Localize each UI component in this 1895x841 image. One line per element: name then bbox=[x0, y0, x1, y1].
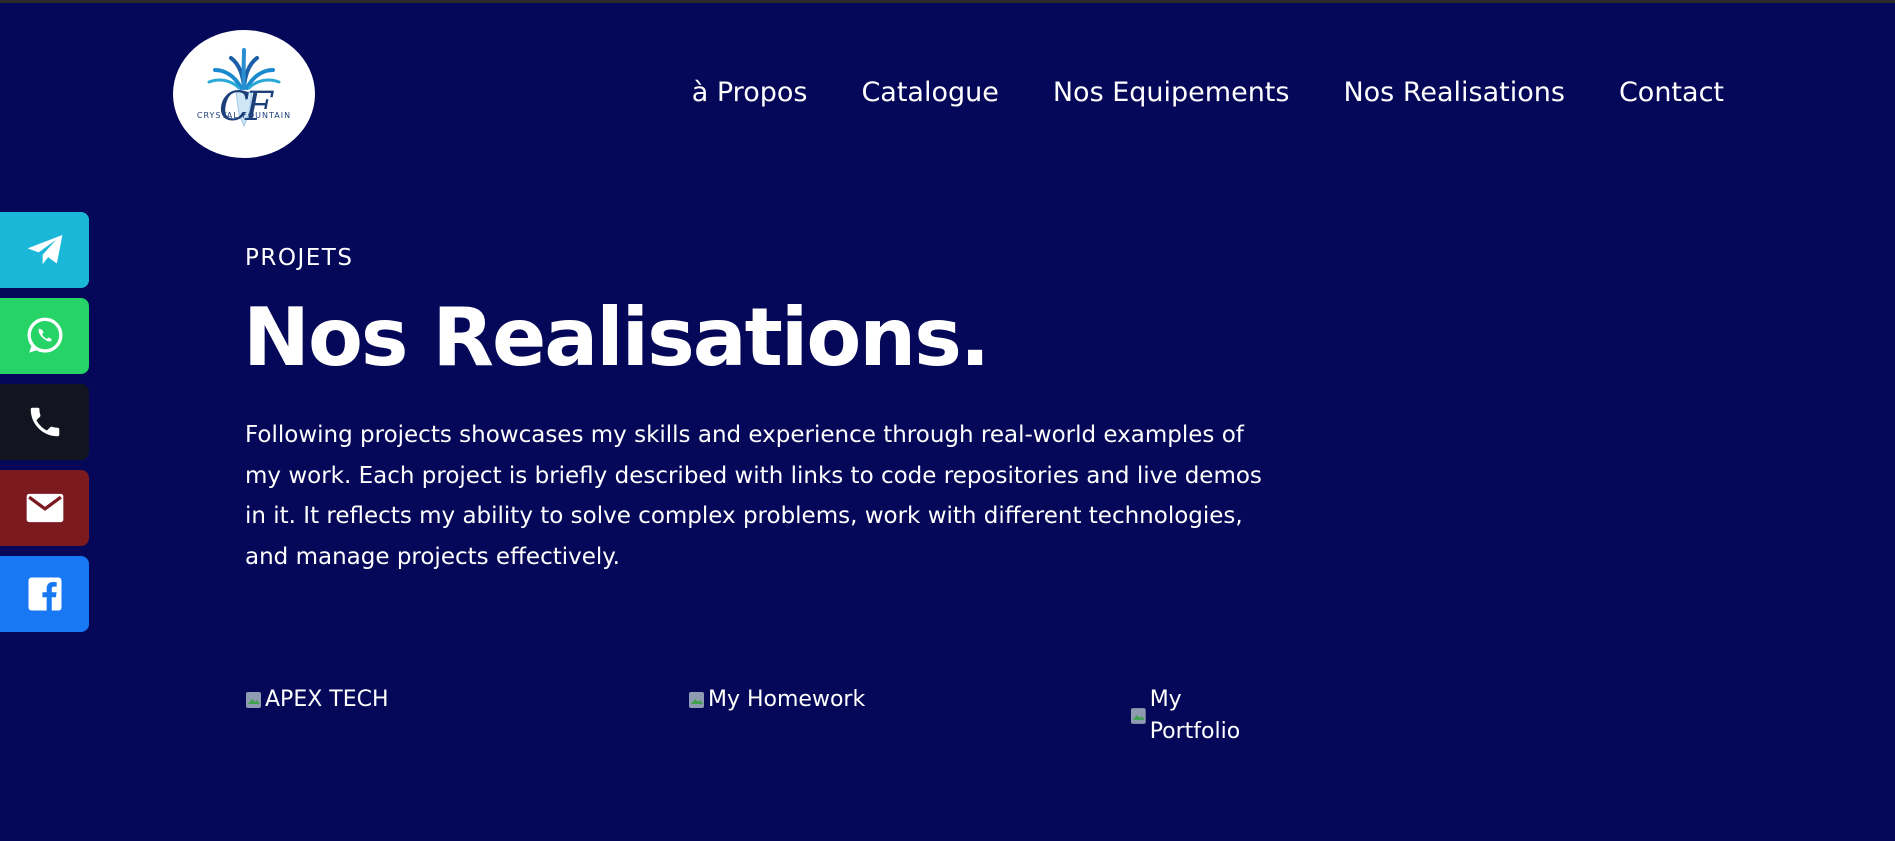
phone-button[interactable] bbox=[0, 384, 89, 460]
project-card-apex-tech[interactable]: APEX TECH bbox=[245, 684, 389, 716]
svg-text:CRYSTAL FOUNTAIN: CRYSTAL FOUNTAIN bbox=[197, 111, 291, 120]
nav-item-contact[interactable]: Contact bbox=[1619, 72, 1724, 114]
project-alt-text: My Portfolio bbox=[1149, 687, 1241, 744]
phone-icon bbox=[30, 407, 59, 437]
telegram-icon bbox=[27, 234, 62, 265]
project-alt-text: My Homework bbox=[708, 687, 866, 712]
logo[interactable]: C F CRYSTAL FOUNTAIN bbox=[173, 30, 315, 158]
facebook-icon bbox=[28, 577, 61, 611]
page-title: Nos Realisations. bbox=[243, 291, 990, 384]
telegram-button[interactable] bbox=[0, 212, 89, 288]
svg-text:F: F bbox=[244, 84, 274, 130]
nav-item-catalogue[interactable]: Catalogue bbox=[861, 72, 998, 114]
mail-button[interactable] bbox=[0, 470, 89, 546]
crystal-fountain-logo-icon: C F CRYSTAL FOUNTAIN bbox=[197, 48, 291, 130]
top-border bbox=[0, 0, 1895, 3]
broken-image-icon bbox=[1130, 708, 1146, 724]
section-eyebrow: PROJETS bbox=[245, 245, 354, 271]
broken-image-icon bbox=[246, 692, 261, 708]
projects-grid: APEX TECH My Homework My Portfolio bbox=[245, 684, 1277, 744]
project-card-my-portfolio[interactable]: My Portfolio bbox=[1130, 684, 1277, 748]
main-nav: à Propos Catalogue Nos Equipements Nos R… bbox=[692, 72, 1724, 114]
project-card-my-homework[interactable]: My Homework bbox=[688, 684, 865, 716]
whatsapp-icon bbox=[27, 317, 62, 353]
facebook-button[interactable] bbox=[0, 556, 89, 632]
nav-item-nos-realisations[interactable]: Nos Realisations bbox=[1343, 72, 1564, 114]
whatsapp-button[interactable] bbox=[0, 298, 89, 374]
project-alt-text: APEX TECH bbox=[265, 687, 389, 712]
nav-item-a-propos[interactable]: à Propos bbox=[692, 72, 808, 114]
broken-image-icon bbox=[689, 692, 704, 708]
social-sidebar bbox=[0, 212, 89, 632]
nav-item-nos-equipements[interactable]: Nos Equipements bbox=[1053, 72, 1290, 114]
mail-icon bbox=[26, 493, 63, 523]
intro-paragraph: Following projects showcases my skills a… bbox=[245, 422, 1262, 570]
